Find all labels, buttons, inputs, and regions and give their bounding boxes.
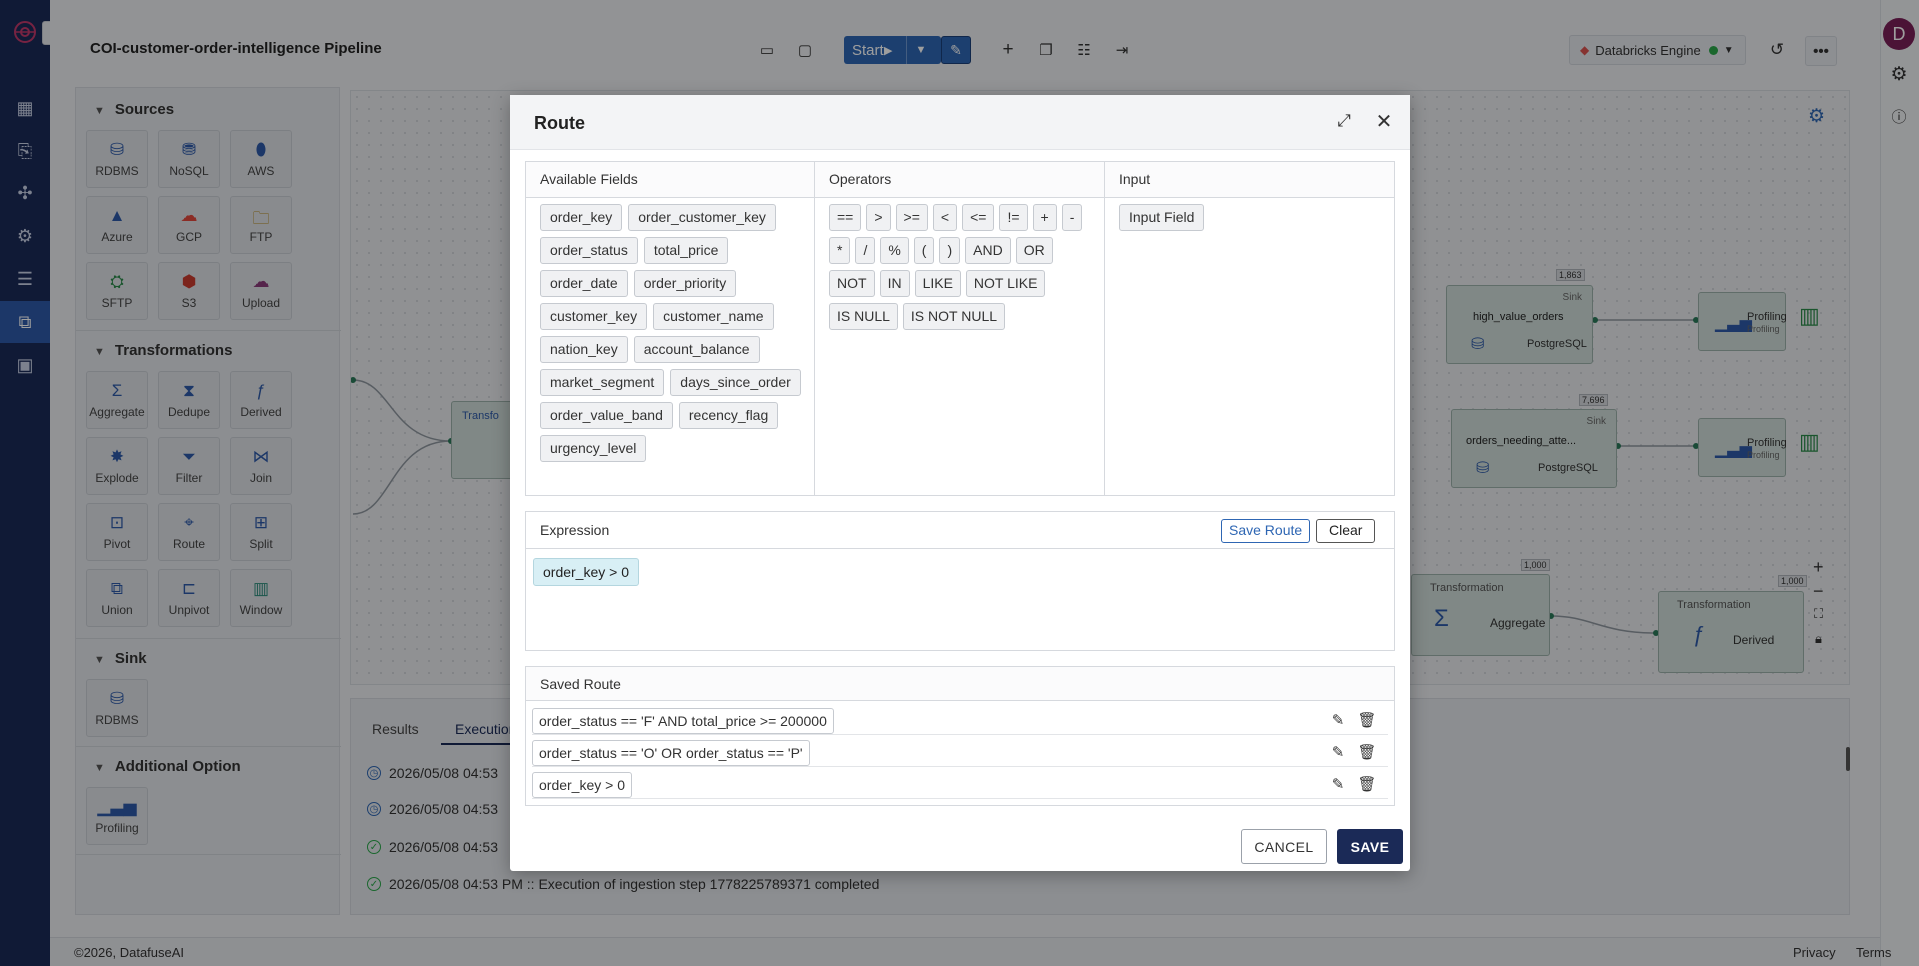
trash-icon[interactable]: 🗑︎: [1357, 710, 1377, 730]
field-chip[interactable]: urgency_level: [540, 435, 647, 462]
operator-chip[interactable]: !=: [999, 204, 1028, 231]
input-field-chip[interactable]: Input Field: [1119, 204, 1205, 231]
operator-chip[interactable]: LIKE: [914, 270, 961, 297]
trash-icon[interactable]: 🗑︎: [1357, 742, 1377, 762]
input-chip-list: Input Field: [1119, 204, 1384, 231]
clear-button[interactable]: Clear: [1316, 519, 1376, 543]
saved-route-panel: Saved Route order_status == 'F' AND tota…: [525, 666, 1395, 806]
operator-chip[interactable]: ==: [829, 204, 862, 231]
operator-chip[interactable]: +: [1032, 204, 1057, 231]
saved-route-expression: order_status == 'O' OR order_status == '…: [532, 740, 810, 766]
route-dialog: Route ⤢ ✕ Available Fields order_key orde…: [510, 95, 1410, 871]
operator-chip[interactable]: NOT: [829, 270, 875, 297]
saved-route-expression: order_key > 0: [532, 772, 632, 798]
operator-chip[interactable]: <: [932, 204, 958, 231]
saved-route-expression: order_status == 'F' AND total_price >= 2…: [532, 708, 834, 734]
operators-title: Operators: [815, 162, 1104, 198]
expression-panel: Expression Save Route Clear order_key > …: [525, 511, 1395, 651]
operator-chip[interactable]: *: [829, 237, 851, 264]
edit-icon[interactable]: ✎: [1328, 774, 1348, 794]
field-chip[interactable]: order_priority: [633, 270, 737, 297]
close-icon[interactable]: ✕: [1372, 109, 1396, 133]
field-chip[interactable]: days_since_order: [670, 369, 801, 396]
saved-route-row: order_key > 0 ✎ 🗑︎: [532, 771, 1388, 799]
field-chip[interactable]: order_customer_key: [628, 204, 776, 231]
field-chip[interactable]: order_date: [540, 270, 628, 297]
edit-icon[interactable]: ✎: [1328, 742, 1348, 762]
input-title: Input: [1105, 162, 1394, 198]
cancel-button[interactable]: CANCEL: [1241, 829, 1327, 864]
operator-chip[interactable]: IS NULL: [829, 303, 898, 330]
operator-chip[interactable]: >: [866, 204, 891, 231]
operator-chip[interactable]: <=: [962, 204, 995, 231]
operator-chip-list: == > >= < <= != + - * /%() AND OR NOT IN LIKE NOT LIKE I…: [829, 204, 1094, 330]
operator-chip[interactable]: /: [855, 237, 876, 264]
available-fields-title: Available Fields: [526, 162, 814, 198]
available-fields-column: Available Fields order_key order_customer…: [526, 162, 815, 495]
operator-chip[interactable]: OR: [1015, 237, 1053, 264]
field-chip[interactable]: nation_key: [540, 336, 628, 363]
field-chip[interactable]: order_status: [540, 237, 638, 264]
dialog-title: Route: [534, 113, 585, 133]
operator-chip[interactable]: NOT LIKE: [965, 270, 1046, 297]
field-chip[interactable]: recency_flag: [678, 402, 779, 429]
operator-chip[interactable]: ): [939, 237, 961, 264]
input-column: Input Input Field: [1105, 162, 1394, 495]
field-chip[interactable]: order_value_band: [540, 402, 673, 429]
field-chip-list: order_key order_customer_key order_status t…: [540, 204, 804, 462]
edit-icon[interactable]: ✎: [1328, 710, 1348, 730]
maximize-icon[interactable]: ⤢: [1332, 109, 1356, 133]
field-chip[interactable]: customer_name: [653, 303, 774, 330]
saved-route-row: order_status == 'F' AND total_price >= 2…: [532, 707, 1388, 735]
operator-chip[interactable]: (: [913, 237, 935, 264]
operator-chip[interactable]: AND: [965, 237, 1011, 264]
operator-chip[interactable]: IS NOT NULL: [902, 303, 1006, 330]
save-route-button[interactable]: Save Route: [1221, 519, 1311, 543]
saved-route-title: Saved Route: [526, 667, 1394, 701]
operator-chip[interactable]: %: [880, 237, 909, 264]
operator-chip[interactable]: -: [1061, 204, 1083, 231]
field-chip[interactable]: account_balance: [633, 336, 760, 363]
expression-token[interactable]: order_key > 0: [533, 558, 639, 586]
field-chip[interactable]: customer_key: [540, 303, 648, 330]
operators-column: Operators == > >= < <= != + - * /%() AND OR NOT IN LIK…: [815, 162, 1105, 495]
operator-chip[interactable]: IN: [879, 270, 910, 297]
trash-icon[interactable]: 🗑︎: [1357, 774, 1377, 794]
field-chip[interactable]: total_price: [643, 237, 729, 264]
route-builder-grid: Available Fields order_key order_customer…: [525, 161, 1395, 496]
operator-chip[interactable]: >=: [895, 204, 928, 231]
field-chip[interactable]: order_key: [540, 204, 623, 231]
save-button[interactable]: SAVE: [1337, 829, 1403, 864]
saved-route-row: order_status == 'O' OR order_status == '…: [532, 739, 1388, 767]
field-chip[interactable]: market_segment: [540, 369, 665, 396]
dialog-header: Route ⤢ ✕: [510, 95, 1410, 150]
